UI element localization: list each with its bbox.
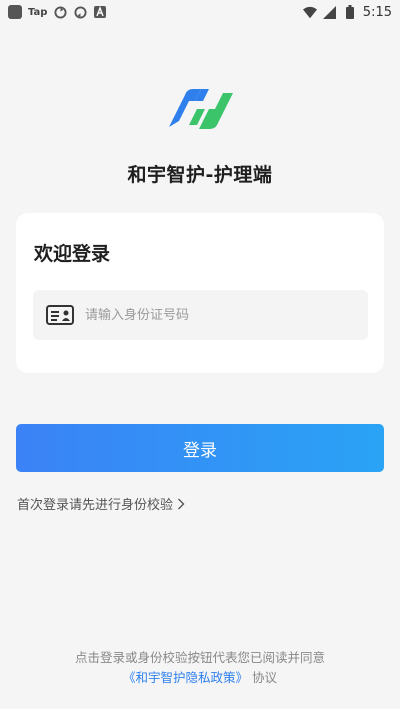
agreement-line1: 点击登录或身份校验按钮代表您已阅读并同意 [74,650,325,665]
status-bar: Tap 5:15 [0,0,400,24]
login-card: 欢迎登录 [16,213,384,373]
status-time: 5:15 [362,4,392,20]
status-left: Tap [8,5,107,19]
status-right: 5:15 [302,4,392,20]
wifi-icon [302,5,317,19]
tap-app-label: Tap [28,6,48,18]
id-number-field[interactable] [33,290,368,340]
id-card-icon [46,305,74,325]
a-box-icon [93,5,107,19]
agreement-suffix: 协议 [251,670,277,685]
battery-icon [343,5,357,19]
login-button[interactable]: 登录 [16,424,384,472]
sync-icon [73,5,87,19]
chevron-right-icon [178,498,185,509]
app-title: 和宇智护-护理端 [127,164,273,186]
notification-square-icon [8,5,22,19]
identity-verify-label: 首次登录请先进行身份校验 [17,498,174,513]
sync-icon [53,5,67,19]
agreement-text: 点击登录或身份校验按钮代表您已阅读并同意 《和宇智护隐私政策》 协议 [0,648,400,688]
identity-verify-link[interactable]: 首次登录请先进行身份校验 [17,494,185,513]
agreement-line2: 《和宇智护隐私政策》 协议 [0,668,400,688]
id-number-input[interactable] [85,307,345,323]
signal-icon [323,5,337,19]
privacy-policy-link[interactable]: 《和宇智护隐私政策》 [123,670,248,685]
app-logo [169,89,233,129]
card-title: 欢迎登录 [34,243,111,265]
